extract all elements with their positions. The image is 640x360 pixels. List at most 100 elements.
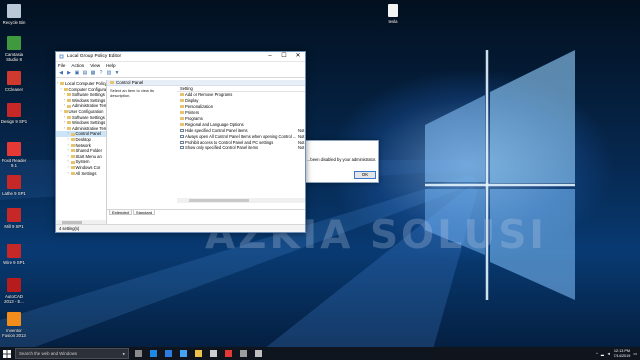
policy-setting-icon xyxy=(180,134,184,138)
forward-icon[interactable]: ▶ xyxy=(66,70,72,76)
folder-icon xyxy=(67,121,71,125)
search-placeholder: Search the web and Windows xyxy=(19,351,78,356)
desktop-icon[interactable]: AutoCAD 2013 - E... xyxy=(0,278,28,304)
setting-label: Display xyxy=(185,98,199,104)
clock-date: 7/14/2019 xyxy=(613,353,631,358)
file-icon xyxy=(388,4,398,17)
desktop-icon[interactable]: CCleaner xyxy=(0,71,28,92)
tab-extended[interactable]: Extended xyxy=(109,210,132,215)
pinned-apps xyxy=(129,348,264,359)
tray-chevron-icon[interactable]: ^ xyxy=(596,352,598,356)
setting-row[interactable]: Always open All Control Panel Items when… xyxy=(177,133,305,139)
desktop-icon[interactable]: Foxit Reader 9.1 xyxy=(0,142,28,168)
pinned-app-icon[interactable] xyxy=(177,348,189,359)
desktop-icon-label: Recycle Bin xyxy=(2,20,26,25)
minimize-icon[interactable]: – xyxy=(263,52,277,61)
help-icon[interactable]: ? xyxy=(98,70,104,76)
desktop-icon[interactable]: Camtasia Studio 8 xyxy=(0,36,28,62)
folder-icon xyxy=(180,111,184,115)
app-icon xyxy=(7,175,21,189)
setting-label: Add or Remove Programs xyxy=(185,92,233,98)
folder-icon xyxy=(70,132,75,136)
properties-icon[interactable]: ▥ xyxy=(106,70,112,76)
notifications-icon[interactable]: ▭ xyxy=(633,351,637,356)
menu-action[interactable]: Action xyxy=(71,63,84,68)
back-icon[interactable]: ◀ xyxy=(58,70,64,76)
desktop-icon-label: Foxit Reader 9.1 xyxy=(1,158,27,168)
desktop-icon-label: Camtasia Studio 8 xyxy=(4,52,24,62)
menu-help[interactable]: Help xyxy=(106,63,115,68)
editor-body: › Local Computer Policy › Computer Configur… xyxy=(56,80,305,225)
setting-label: Hide specified Control Panel items xyxy=(185,127,248,133)
volume-icon[interactable]: ◄ xyxy=(607,352,611,356)
detail-header-title: Control Panel xyxy=(116,80,144,85)
setting-label: Prohibit access to Control Panel and PC … xyxy=(185,139,274,145)
start-button[interactable] xyxy=(0,347,14,360)
detail-pane: Control Panel Select an item to view its… xyxy=(107,80,305,225)
tree-node-label: All Settings xyxy=(75,170,97,176)
desktop-icon[interactable]: Inventor Fusion 2013 xyxy=(0,312,28,338)
folder-icon xyxy=(67,99,71,103)
folder-icon xyxy=(70,171,75,175)
folder-icon xyxy=(70,149,75,153)
taskbar-search-input[interactable]: Search the web and Windows ● xyxy=(15,348,129,359)
show-hide-tree-icon[interactable]: ▤ xyxy=(82,70,88,76)
policy-tree: › Local Computer Policy › Computer Configur… xyxy=(56,80,107,225)
folder-icon xyxy=(70,143,75,147)
pinned-app-icon[interactable] xyxy=(162,348,174,359)
desktop-icon[interactable]: Recycle Bin xyxy=(0,4,28,25)
folder-icon xyxy=(60,82,64,86)
desktop-icon[interactable]: Mill 9 SP1 xyxy=(0,208,28,229)
up-folder-icon[interactable]: ▣ xyxy=(74,70,80,76)
filter-icon[interactable]: ▼ xyxy=(114,70,120,76)
folder-icon xyxy=(67,104,71,108)
ok-button[interactable]: OK xyxy=(354,171,376,179)
title-bar[interactable]: Local Group Policy Editor – ☐ ✕ xyxy=(56,52,305,62)
tree-node[interactable]: › All Settings xyxy=(56,171,106,177)
network-icon[interactable]: ▂ xyxy=(601,351,604,356)
setting-label: Show only specified Control Panel items xyxy=(185,145,259,151)
maximize-icon[interactable]: ☐ xyxy=(277,52,291,61)
status-bar: 4 setting(s) xyxy=(56,224,305,232)
pinned-app-icon[interactable] xyxy=(132,348,144,359)
desktop-icon-tesla[interactable]: tesla xyxy=(379,4,407,24)
folder-icon xyxy=(70,138,75,142)
setting-row[interactable]: Show only specified Control Panel items N… xyxy=(177,145,305,151)
description-pane: Select an item to view its description. xyxy=(107,86,177,209)
desktop-icon-label: AutoCAD 2013 - E... xyxy=(4,294,24,304)
app-icon xyxy=(7,4,21,18)
desktop-icon-label: Lathe 9 SP1 xyxy=(2,191,26,196)
pinned-app-icon[interactable] xyxy=(207,348,219,359)
tab-standard[interactable]: Standard xyxy=(132,210,156,215)
app-icon xyxy=(7,208,21,222)
pinned-app-icon[interactable] xyxy=(222,348,234,359)
folder-icon xyxy=(63,87,68,91)
desktop-icon[interactable]: Wire 9 SP1 xyxy=(0,244,28,265)
desktop-icon[interactable]: Design 9 SP1 xyxy=(0,103,28,124)
system-tray: ^ ▂ ◄ 12:13 PM 7/14/2019 ▭ xyxy=(596,349,640,358)
folder-icon xyxy=(67,93,71,97)
export-list-icon[interactable]: ▦ xyxy=(90,70,96,76)
clock-time: 12:13 PM xyxy=(613,349,631,354)
folder-icon xyxy=(180,117,184,120)
app-icon xyxy=(7,278,21,292)
group-policy-editor-window: Local Group Policy Editor – ☐ ✕ File Act… xyxy=(55,51,306,233)
pinned-app-icon[interactable] xyxy=(147,348,159,359)
close-icon[interactable]: ✕ xyxy=(291,52,305,61)
folder-icon xyxy=(67,127,71,131)
menu-view[interactable]: View xyxy=(90,63,100,68)
pinned-app-icon[interactable] xyxy=(237,348,249,359)
policy-setting-icon xyxy=(180,146,184,150)
restriction-message: ...been disabled by your administrator. xyxy=(307,157,377,162)
pinned-app-icon[interactable] xyxy=(252,348,264,359)
clock[interactable]: 12:13 PM 7/14/2019 xyxy=(614,349,631,358)
setting-label: Always open All Control Panel Items when… xyxy=(185,133,297,139)
menu-file[interactable]: File xyxy=(58,63,65,68)
settings-horizontal-scrollbar[interactable] xyxy=(177,198,305,203)
setting-state: Not xyxy=(298,127,305,133)
pinned-app-icon[interactable] xyxy=(192,348,204,359)
microphone-icon[interactable]: ● xyxy=(122,351,125,356)
desktop-icon[interactable]: Lathe 9 SP1 xyxy=(0,175,28,196)
policy-setting-icon xyxy=(180,128,184,132)
setting-label: Printers xyxy=(185,110,200,116)
